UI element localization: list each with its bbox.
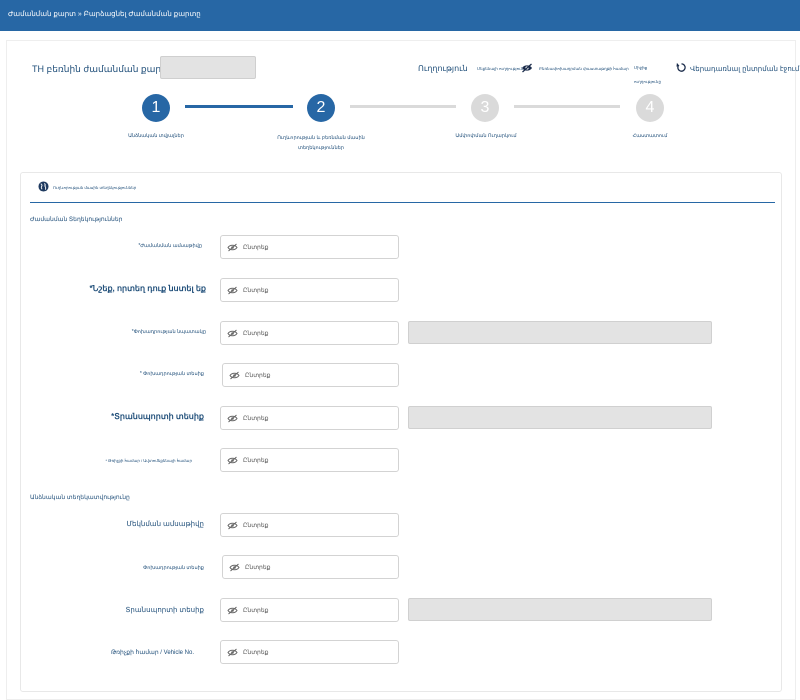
eye-slash-icon	[227, 606, 238, 614]
field-label-vehicle-number: Թռիչքի համար / Vehicle No.	[110, 650, 194, 656]
field-label-transport-type: *Տրանսպորտի տեսիք	[111, 412, 204, 421]
transport-kind-input[interactable]: Ընտրեք	[222, 363, 399, 387]
section-arrival-title: Ժամանման Տեղեկություններ	[30, 217, 123, 223]
field-label-boarding-place: *Նշեք, որտեղ դուք նստել եք	[89, 284, 206, 293]
departure-date-placeholder: Ընտրեք	[243, 522, 269, 529]
card-divider	[30, 202, 775, 203]
eye-slash-icon	[227, 243, 238, 251]
eye-slash-icon	[227, 521, 238, 529]
travel-purpose-input[interactable]: Ընտրեք	[220, 321, 399, 345]
departure-transport-type-input[interactable]: Ընտրեք	[220, 598, 399, 622]
transport-type-input[interactable]: Ընտրեք	[220, 406, 399, 430]
boarding-place-input[interactable]: Ընտրեք	[220, 278, 399, 302]
eye-slash-icon	[227, 456, 238, 464]
departure-transport-kind-input[interactable]: Ընտրեք	[222, 555, 399, 579]
eye-slash-icon	[227, 414, 238, 422]
departure-transport-kind-placeholder: Ընտրեք	[245, 564, 271, 571]
boarding-place-placeholder: Ընտրեք	[243, 287, 269, 294]
field-label-travel-purpose: *Փոխադրության նպատակը	[131, 329, 206, 335]
direction-option-2[interactable]: Բեռնափոխադրման փաստաթղթի համար	[539, 66, 629, 71]
eye-slash-icon	[229, 563, 240, 571]
field-label-departure-transport-type: Տրանսպորտի տեսիք	[125, 607, 204, 614]
direction-option-3[interactable]: Միջից	[634, 65, 647, 70]
step-2-label: Ուղևորության և բեռնման մասին տեղեկությու…	[277, 135, 365, 151]
step-connector-3	[514, 105, 620, 108]
travel-purpose-other-field[interactable]	[408, 321, 712, 344]
step-connector-2	[350, 105, 456, 108]
transport-kind-placeholder: Ընտրեք	[245, 372, 271, 379]
step-1-circle[interactable]: 1	[142, 94, 170, 122]
eye-slash-icon	[227, 329, 238, 337]
field-label-departure-transport-kind: Փոխադրության տեսիք	[143, 565, 204, 571]
arrival-date-input[interactable]: Ընտրեք	[220, 235, 399, 259]
step-3-circle[interactable]: 3	[471, 94, 499, 122]
step-2-circle[interactable]: 2	[307, 94, 335, 122]
arrival-date-placeholder: Ընտրեք	[243, 244, 269, 251]
travel-purpose-placeholder: Ընտրեք	[243, 330, 269, 337]
transport-type-placeholder: Ընտրեք	[243, 415, 269, 422]
eye-slash-icon	[227, 648, 238, 656]
flight-number-input[interactable]: Ընտրեք	[220, 448, 399, 472]
step-4-label: Հաստատում	[632, 133, 668, 139]
eye-slash-icon	[229, 371, 240, 379]
eye-slash-icon[interactable]	[521, 63, 533, 73]
refresh-icon[interactable]	[676, 62, 687, 73]
vehicle-number-input[interactable]: Ընտրեք	[220, 640, 399, 664]
field-label-flight-number: * Թռիչքի համար / Ավտոմեքենայի համար	[105, 458, 192, 463]
field-label-arrival-date: *Ժամանման ամսաթիվը	[138, 243, 202, 249]
step-1-label: Անձնական տվյալներ	[128, 133, 184, 139]
card-title: Ուղևորության մասին տեղեկություններ	[53, 185, 137, 190]
direction-label: Ուղղություն	[418, 64, 468, 73]
breadcrumb[interactable]: Ժամանման քարտ » Բարձացնել Ժամանման քարտը	[8, 10, 201, 18]
globe-icon	[38, 181, 49, 192]
departure-transport-type-placeholder: Ընտրեք	[243, 607, 269, 614]
direction-option-3-sub: ուղղությունը	[634, 79, 662, 84]
flight-number-placeholder: Ընտրեք	[243, 457, 269, 464]
section-personal-title: Անձնական տեղեկատվությունը	[30, 495, 130, 501]
departure-date-input[interactable]: Ընտրեք	[220, 513, 399, 537]
step-4-circle[interactable]: 4	[636, 94, 664, 122]
direction-option-1[interactable]: Մեքենայի ուղղություն	[477, 66, 523, 71]
transport-type-other-field[interactable]	[408, 406, 712, 429]
step-connector-1	[185, 105, 293, 108]
back-to-selection-link[interactable]: Վերադառնալ ընտրման էջում	[690, 64, 800, 75]
vehicle-number-placeholder: Ընտրեք	[243, 649, 269, 656]
field-label-departure-date: Մեկնման ամսաթիվը	[126, 521, 204, 528]
top-bar: Ժամանման քարտ » Բարձացնել Ժամանման քարտը	[0, 0, 800, 31]
card-number-field[interactable]	[160, 56, 256, 79]
eye-slash-icon	[227, 286, 238, 294]
departure-transport-other-field[interactable]	[408, 598, 712, 621]
field-label-transport-kind: * Փոխադրության տեսիք	[139, 371, 204, 377]
step-3-label: Ամփոփման Ուղարկում	[455, 133, 517, 139]
